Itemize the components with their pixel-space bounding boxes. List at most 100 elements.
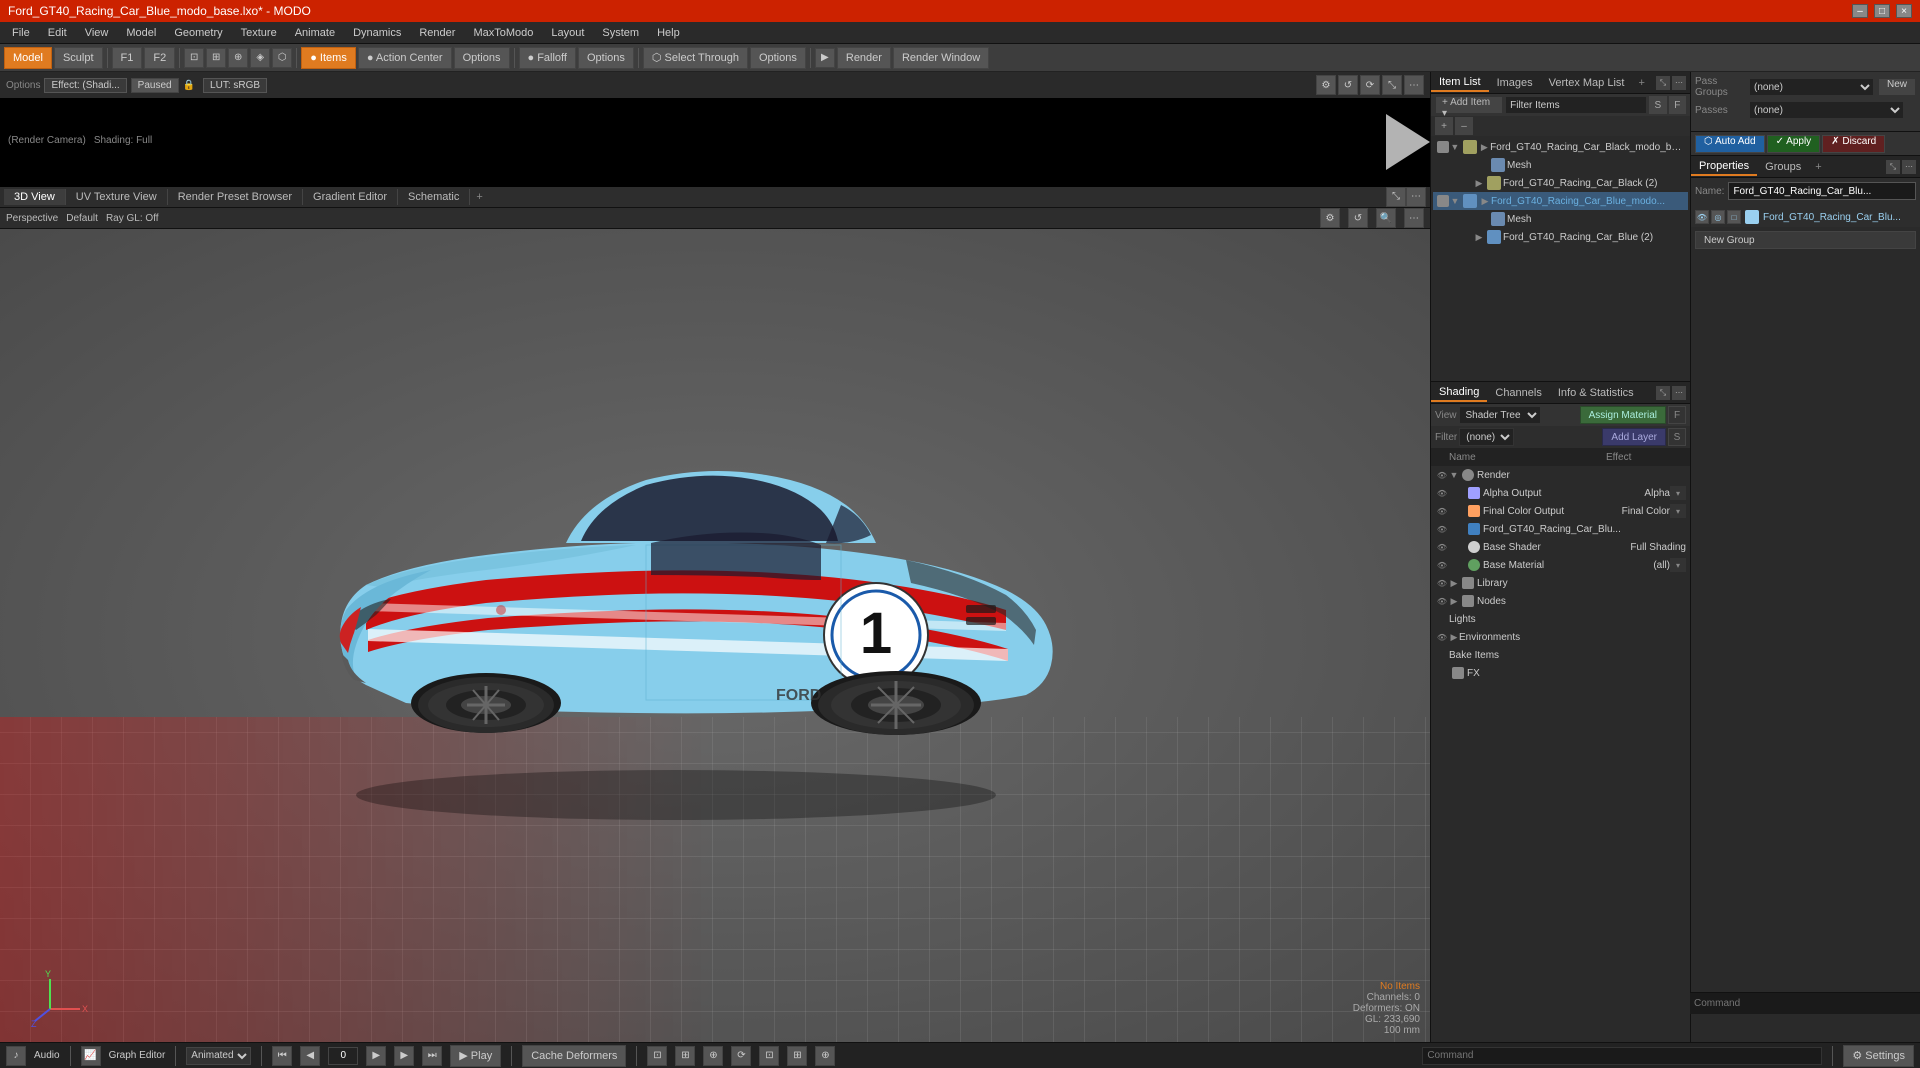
eye-library[interactable]: 👁 xyxy=(1435,576,1449,590)
action-center-btn[interactable]: ● Action Center xyxy=(358,47,452,69)
menu-dynamics[interactable]: Dynamics xyxy=(345,25,409,41)
arrow-library[interactable]: ▶ xyxy=(1449,577,1459,589)
tab-groups-add[interactable]: + xyxy=(1809,159,1827,175)
eye-alpha[interactable]: 👁 xyxy=(1435,486,1449,500)
model-mode-btn[interactable]: Model xyxy=(4,47,52,69)
eye-baseshader[interactable]: 👁 xyxy=(1435,540,1449,554)
arrow-2[interactable]: ▶ xyxy=(1473,177,1485,189)
render-icon[interactable]: ▶ xyxy=(815,48,835,68)
menu-edit[interactable]: Edit xyxy=(40,25,75,41)
play-stop-btn[interactable]: ▶ xyxy=(366,1046,386,1066)
perspective-label[interactable]: Perspective xyxy=(6,213,58,224)
arrow-sub-0[interactable]: ▶ xyxy=(1479,141,1491,153)
sh-row-render[interactable]: 👁 ▼ Render xyxy=(1431,466,1690,484)
menu-maxtomode[interactable]: MaxToModo xyxy=(465,25,541,41)
tree-row-3[interactable]: ▼ ▶ Ford_GT40_Racing_Car_Blue_modo... xyxy=(1433,192,1688,210)
tool-icon-1[interactable]: ⊡ xyxy=(184,48,204,68)
group-render-icon[interactable]: ◎ xyxy=(1711,210,1725,224)
falloff-btn[interactable]: ● Falloff xyxy=(519,47,576,69)
more-btn[interactable]: ⋯ xyxy=(1672,76,1686,90)
tree-row-0[interactable]: ▼ ▶ Ford_GT40_Racing_Car_Black_modo_bas … xyxy=(1433,138,1688,156)
tab-schematic[interactable]: Schematic xyxy=(398,189,470,205)
tool-icon-2[interactable]: ⊞ xyxy=(206,48,226,68)
name-input[interactable] xyxy=(1728,182,1916,200)
tab-add-panel[interactable]: + xyxy=(1632,75,1650,91)
eye-basematerial[interactable]: 👁 xyxy=(1435,558,1449,572)
tab-channels[interactable]: Channels xyxy=(1487,385,1549,401)
add-layer-btn[interactable]: Add Layer xyxy=(1602,428,1666,446)
bb-icon-5[interactable]: ⊡ xyxy=(759,1046,779,1066)
assign-material-btn[interactable]: Assign Material xyxy=(1580,406,1666,424)
tab-3dview[interactable]: 3D View xyxy=(4,189,66,205)
render-window-btn[interactable]: Render Window xyxy=(893,47,989,69)
sh-row-finalcolor[interactable]: 👁 Final Color Output Final Color ▾ xyxy=(1431,502,1690,520)
passes-dropdown[interactable]: (none) xyxy=(1749,101,1904,119)
arrow-3[interactable]: ▼ xyxy=(1449,195,1461,207)
shading-more-btn[interactable]: ⋯ xyxy=(1672,386,1686,400)
alpha-expand[interactable]: ▾ xyxy=(1670,486,1686,500)
sh-row-basematerial[interactable]: 👁 Base Material (all) ▾ xyxy=(1431,556,1690,574)
f1-btn[interactable]: F1 xyxy=(112,47,143,69)
next-btn[interactable]: ▶ xyxy=(394,1046,414,1066)
bb-icon-4[interactable]: ⟳ xyxy=(731,1046,751,1066)
vp-zoom-icon[interactable]: 🔍 xyxy=(1376,208,1396,228)
bb-icon-3[interactable]: ⊕ xyxy=(703,1046,723,1066)
props-more-btn[interactable]: ⋯ xyxy=(1902,160,1916,174)
play-button[interactable] xyxy=(1386,114,1430,170)
prev-btn[interactable]: ◀ xyxy=(300,1046,320,1066)
minimize-btn[interactable]: – xyxy=(1852,4,1868,18)
arrow-render[interactable]: ▼ xyxy=(1449,469,1459,481)
animated-dropdown[interactable]: Animated xyxy=(186,1047,251,1065)
bm-expand[interactable]: ▾ xyxy=(1670,558,1686,572)
bb-icon-7[interactable]: ⊕ xyxy=(815,1046,835,1066)
sh-row-bakeitems[interactable]: Bake Items xyxy=(1431,646,1690,664)
render-btn[interactable]: Render xyxy=(837,47,891,69)
settings-icon[interactable]: ⚙ xyxy=(1316,75,1336,95)
options-btn-1[interactable]: Options xyxy=(454,47,510,69)
graph-editor-label[interactable]: Graph Editor xyxy=(109,1050,166,1061)
filter-s-btn[interactable]: S xyxy=(1649,96,1666,114)
more-icon[interactable]: ⋯ xyxy=(1404,75,1424,95)
add-item-btn[interactable]: + Add Item ▾ xyxy=(1435,96,1503,114)
shader-tree-dropdown[interactable]: Shader Tree xyxy=(1459,406,1541,424)
menu-view[interactable]: View xyxy=(77,25,117,41)
menu-file[interactable]: File xyxy=(4,25,38,41)
play-btn[interactable]: ▶ Play xyxy=(450,1045,501,1067)
graph-icon[interactable]: 📈 xyxy=(81,1046,101,1066)
items-btn[interactable]: ● Items xyxy=(301,47,356,69)
bb-icon-6[interactable]: ⊞ xyxy=(787,1046,807,1066)
eye-gt40[interactable]: 👁 xyxy=(1435,522,1449,536)
default-label[interactable]: Default xyxy=(66,213,98,224)
tree-row-2[interactable]: ▶ Ford_GT40_Racing_Car_Black (2) xyxy=(1433,174,1688,192)
tree-row-5[interactable]: ▶ Ford_GT40_Racing_Car_Blue (2) xyxy=(1433,228,1688,246)
sh-row-nodes[interactable]: 👁 ▶ Nodes xyxy=(1431,592,1690,610)
arrow-environments[interactable]: ▶ xyxy=(1449,631,1459,643)
arrow-5[interactable]: ▶ xyxy=(1473,231,1485,243)
tab-shading[interactable]: Shading xyxy=(1431,384,1487,402)
new-group-btn[interactable]: New Group xyxy=(1695,231,1916,249)
settings-btn[interactable]: ⚙ Settings xyxy=(1843,1045,1914,1067)
select-through-btn[interactable]: ⬡ Select Through xyxy=(643,47,748,69)
viewport-expand[interactable]: ⤡ xyxy=(1386,187,1406,207)
expand-btn[interactable]: ⤡ xyxy=(1656,76,1670,90)
tab-add[interactable]: + xyxy=(470,189,488,205)
sh-row-lights[interactable]: Lights xyxy=(1431,610,1690,628)
tree-row-4[interactable]: Mesh xyxy=(1433,210,1688,228)
options-btn-3[interactable]: Options xyxy=(750,47,806,69)
expand-icon[interactable]: ⤡ xyxy=(1382,75,1402,95)
props-expand-btn[interactable]: ⤡ xyxy=(1886,160,1900,174)
frame-input[interactable] xyxy=(328,1047,358,1065)
tab-properties[interactable]: Properties xyxy=(1691,158,1757,176)
filter-dropdown[interactable]: (none) xyxy=(1459,428,1514,446)
remove-tree-btn[interactable]: – xyxy=(1455,117,1473,135)
eye-render[interactable]: 👁 xyxy=(1435,468,1449,482)
maximize-btn[interactable]: □ xyxy=(1874,4,1890,18)
tab-images[interactable]: Images xyxy=(1489,75,1541,91)
arrow-sub-3[interactable]: ▶ xyxy=(1479,195,1491,207)
tool-icon-4[interactable]: ◈ xyxy=(250,48,270,68)
arrow-nodes[interactable]: ▶ xyxy=(1449,595,1459,607)
next-frame-btn[interactable]: ⏭ xyxy=(422,1046,442,1066)
menu-layout[interactable]: Layout xyxy=(543,25,592,41)
tab-info-stats[interactable]: Info & Statistics xyxy=(1550,385,1642,401)
3d-viewport[interactable]: 1 xyxy=(0,229,1430,1042)
